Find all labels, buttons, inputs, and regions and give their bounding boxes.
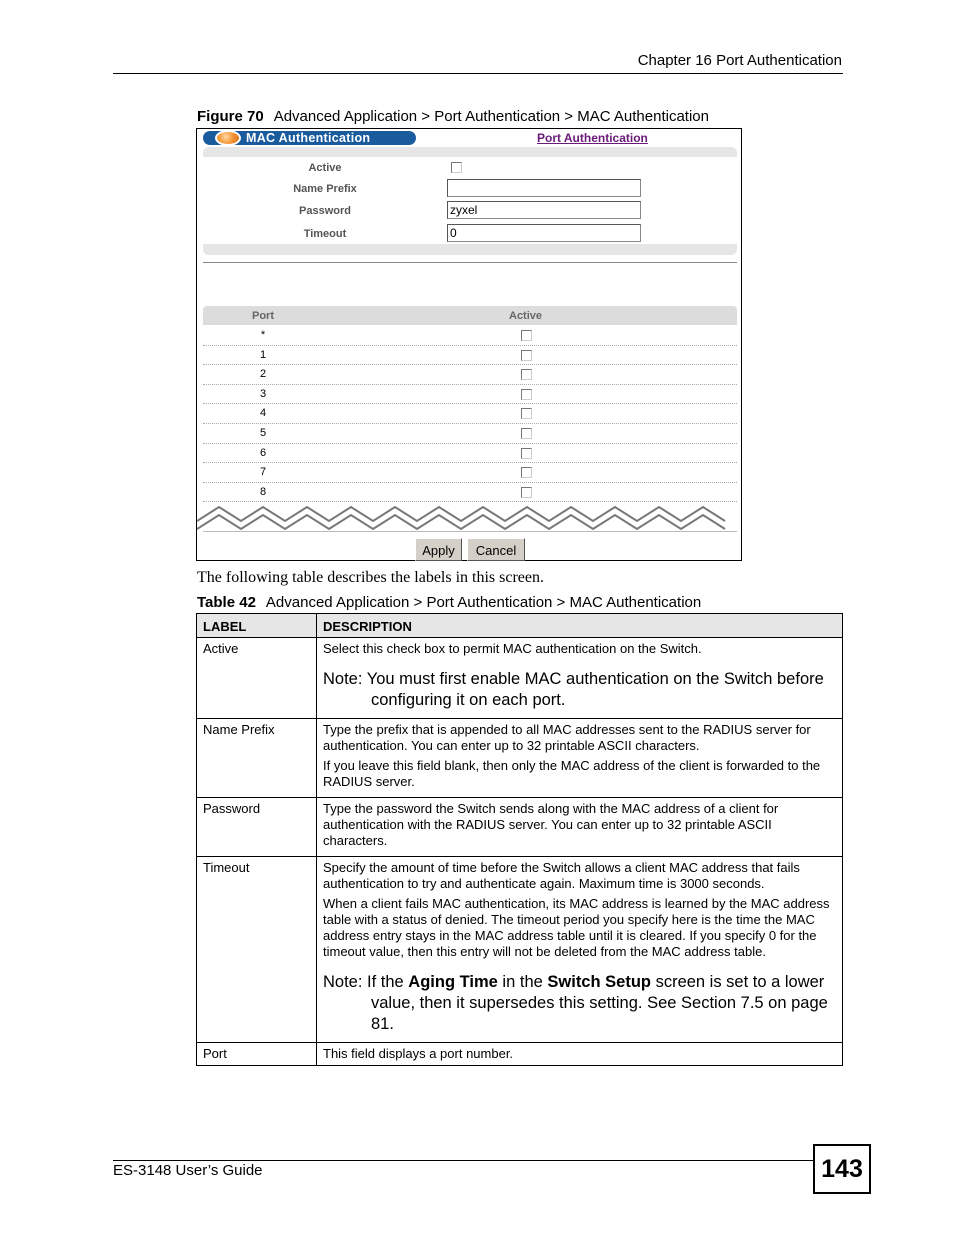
- active-column-header: Active: [509, 310, 543, 322]
- row-label: Password: [196, 797, 317, 857]
- password-input[interactable]: zyxel: [447, 201, 641, 219]
- port-number: 2: [259, 368, 267, 381]
- port-row: 7: [203, 463, 737, 483]
- active-label: Active: [308, 162, 342, 174]
- note-prefix: Note: If the: [323, 973, 409, 991]
- port-number: 6: [259, 446, 267, 459]
- timeout-label: Timeout: [303, 228, 347, 240]
- port-table-header: [203, 306, 737, 325]
- port-row: 5: [203, 424, 737, 444]
- table-row: Port This field displays a port number.: [196, 1042, 843, 1066]
- port-row: 6: [203, 444, 737, 464]
- port-number: 3: [259, 387, 267, 400]
- screen-title: MAC Authentication: [246, 131, 371, 145]
- guide-title: ES-3148 User’s Guide: [113, 1162, 263, 1179]
- port-column-header: Port: [252, 310, 274, 322]
- row-description: Specify the amount of time before the Sw…: [316, 856, 843, 1043]
- description-paragraph: Type the prefix that is appended to all …: [323, 722, 811, 753]
- description-paragraph: This field displays a port number.: [323, 1046, 514, 1061]
- description-column-header: DESCRIPTION: [316, 613, 843, 638]
- figure-label: Figure 70: [197, 108, 264, 125]
- header-rule: [113, 73, 843, 74]
- note-mid: in the: [497, 973, 548, 991]
- figure-caption: Figure 70 Advanced Application > Port Aut…: [197, 108, 709, 125]
- table-row: Password Type the password the Switch se…: [196, 797, 843, 857]
- row-description: Type the password the Switch sends along…: [316, 797, 843, 857]
- description-paragraph: Type the password the Switch sends along…: [323, 801, 779, 848]
- page-break-zigzag: [197, 505, 726, 531]
- cancel-button[interactable]: Cancel: [467, 538, 525, 561]
- port-number: 1: [259, 348, 267, 361]
- description-paragraph: Specify the amount of time before the Sw…: [323, 860, 800, 891]
- port-row: 4: [203, 404, 737, 424]
- row-description: Select this check box to permit MAC auth…: [316, 637, 843, 719]
- row-label: Name Prefix: [196, 718, 317, 798]
- footer-rule: [113, 1160, 813, 1161]
- port-row: 3: [203, 385, 737, 405]
- name-prefix-input[interactable]: [447, 179, 641, 197]
- table-row: Active Select this check box to permit M…: [196, 637, 843, 719]
- port-active-checkbox[interactable]: [521, 428, 532, 439]
- description-table: LABEL DESCRIPTION Active Select this che…: [196, 613, 843, 1066]
- port-active-checkbox[interactable]: [521, 408, 532, 420]
- note-bold-switch-setup: Switch Setup: [547, 973, 651, 991]
- port-active-checkbox[interactable]: [521, 447, 532, 459]
- apply-button[interactable]: Apply: [415, 538, 462, 561]
- port-number: *: [260, 329, 266, 341]
- description-paragraph: If you leave this field blank, then only…: [323, 758, 821, 789]
- port-row: 2: [203, 365, 737, 385]
- port-number: 8: [259, 485, 267, 498]
- port-number: 4: [259, 407, 267, 420]
- table-title: Advanced Application > Port Authenticati…: [265, 594, 702, 611]
- table-header-row: LABEL DESCRIPTION: [196, 613, 843, 638]
- row-label: Port: [196, 1042, 317, 1066]
- timeout-input[interactable]: 0: [447, 224, 641, 242]
- row-description: Type the prefix that is appended to all …: [316, 718, 843, 798]
- row-label: Timeout: [196, 856, 317, 1043]
- bottom-divider: [203, 531, 737, 532]
- row-description: This field displays a port number.: [316, 1042, 843, 1066]
- table-caption: Table 42 Advanced Application > Port Auth…: [197, 594, 701, 611]
- port-active-checkbox[interactable]: [521, 486, 532, 498]
- intro-text: The following table describes the labels…: [197, 569, 545, 586]
- description-paragraph: Select this check box to permit MAC auth…: [323, 641, 702, 656]
- note-text: Note: If the Aging Time in the Switch Se…: [323, 972, 836, 1035]
- figure-title: Advanced Application > Port Authenticati…: [273, 108, 709, 125]
- port-active-checkbox[interactable]: [521, 349, 532, 361]
- table-label: Table 42: [197, 594, 256, 611]
- description-paragraph: When a client fails MAC authentication, …: [323, 896, 830, 959]
- port-authentication-link[interactable]: Port Authentication: [537, 131, 648, 145]
- port-active-checkbox[interactable]: [521, 388, 532, 400]
- note-bold-aging-time: Aging Time: [408, 973, 498, 991]
- port-row: *: [203, 326, 737, 346]
- table-row: Name Prefix Type the prefix that is appe…: [196, 718, 843, 798]
- port-number: 7: [259, 466, 267, 479]
- port-row: 1: [203, 346, 737, 366]
- table-row: Timeout Specify the amount of time befor…: [196, 856, 843, 1043]
- page-number: 143: [813, 1144, 871, 1194]
- section-divider: [203, 262, 737, 263]
- zigzag-line-top: [197, 505, 726, 523]
- password-label: Password: [299, 205, 351, 217]
- chapter-title: Chapter 16 Port Authentication: [637, 52, 842, 69]
- port-active-checkbox[interactable]: [521, 330, 532, 341]
- row-label: Active: [196, 637, 317, 719]
- port-active-checkbox[interactable]: [521, 369, 532, 381]
- label-column-header: LABEL: [196, 613, 317, 638]
- port-active-checkbox[interactable]: [521, 467, 532, 479]
- orb-icon: [215, 130, 241, 146]
- name-prefix-label: Name Prefix: [293, 183, 357, 195]
- note-text: Note: You must first enable MAC authenti…: [323, 670, 824, 709]
- active-checkbox[interactable]: [451, 162, 462, 173]
- port-number: 5: [259, 427, 267, 439]
